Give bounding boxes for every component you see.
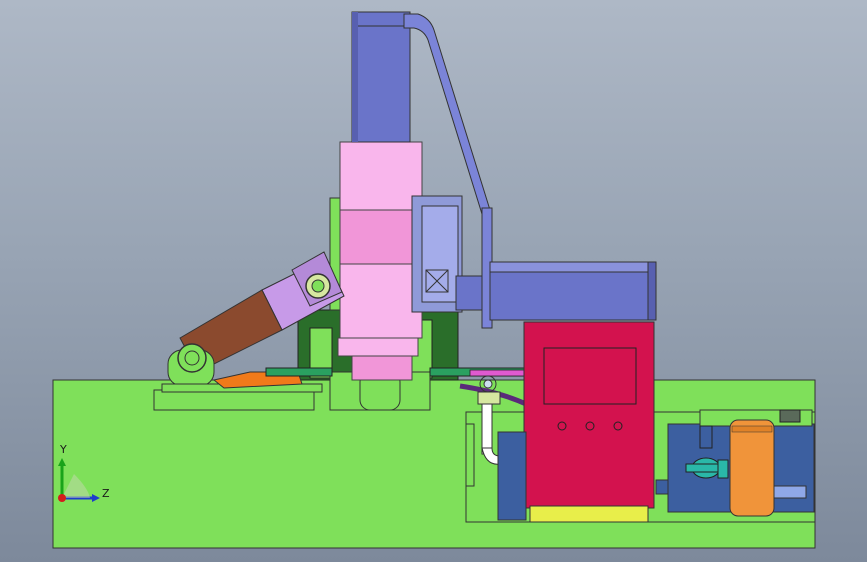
cad-viewport[interactable]: Y Z [0, 0, 867, 562]
tank-unit[interactable] [655, 409, 815, 517]
y-axis-label: Y [60, 443, 67, 456]
gearbox-block[interactable] [411, 195, 463, 313]
pink-column-body[interactable] [337, 141, 423, 381]
assembly-model[interactable] [0, 0, 867, 562]
horizontal-motor[interactable] [455, 207, 657, 329]
z-axis-label: Z [102, 487, 110, 500]
